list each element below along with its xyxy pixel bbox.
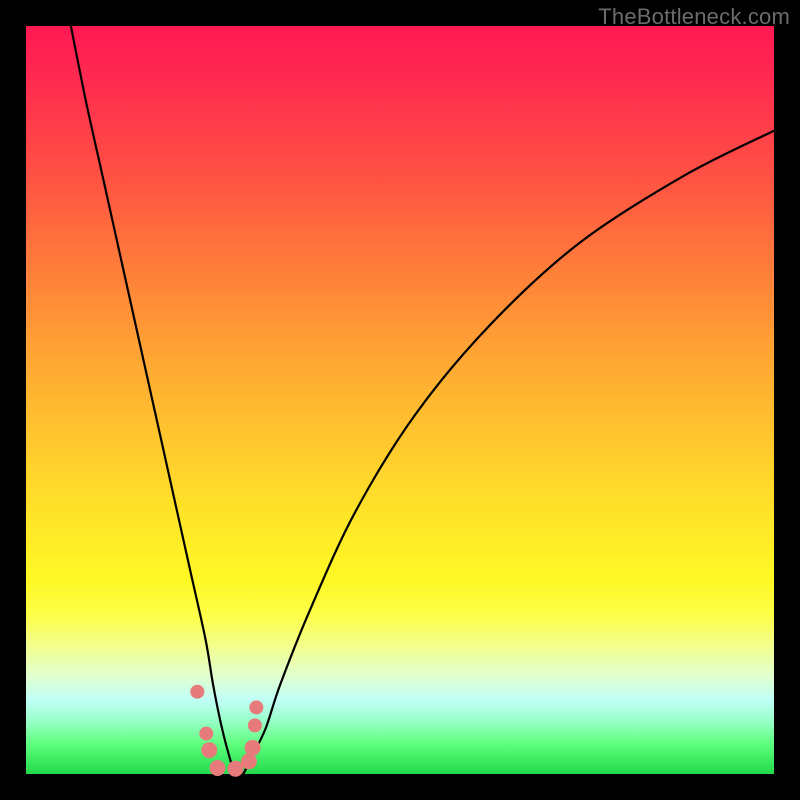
curve-layer [26,26,774,774]
chart-frame: TheBottleneck.com [0,0,800,800]
data-marker [249,700,263,714]
data-marker [227,761,243,777]
data-marker [190,685,204,699]
bottleneck-curve [71,26,774,776]
data-marker [248,718,262,732]
data-marker [199,727,213,741]
data-marker [241,753,257,769]
data-marker [201,742,217,758]
data-marker [245,740,261,756]
plot-area [26,26,774,774]
marker-layer [190,685,263,777]
data-marker [209,760,225,776]
